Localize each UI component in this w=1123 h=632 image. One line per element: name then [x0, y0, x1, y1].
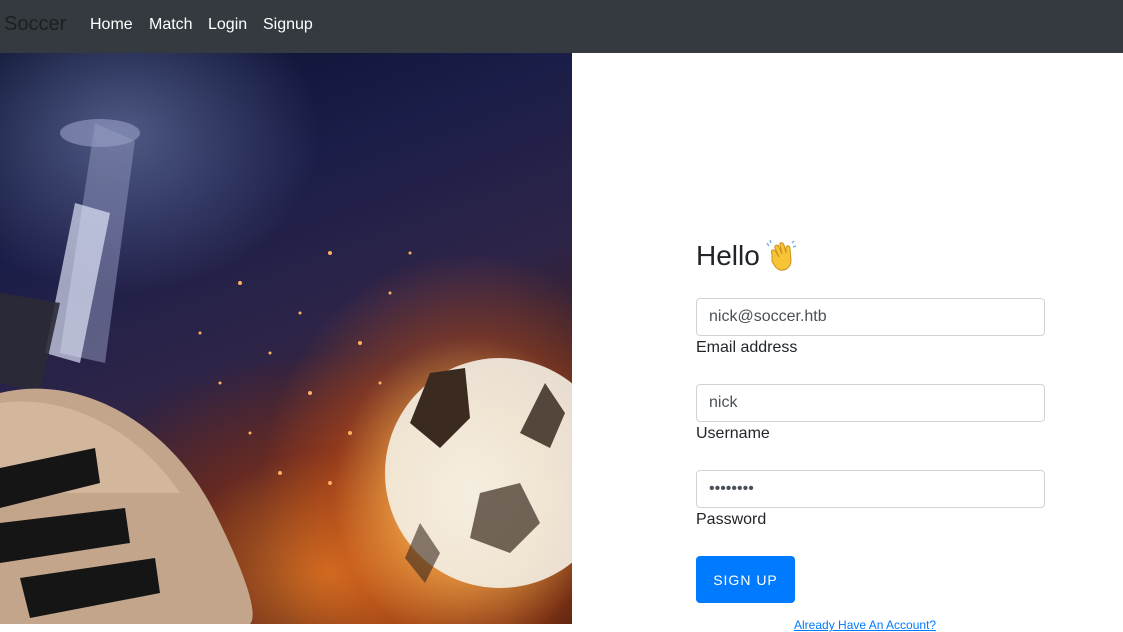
email-label: Email address [696, 339, 798, 356]
username-field[interactable] [696, 384, 1045, 422]
cleat-stud-shape [0, 119, 140, 393]
greeting-heading: Hello [696, 240, 796, 272]
password-field[interactable] [696, 470, 1045, 508]
soccer-boot-shape [0, 388, 253, 624]
already-have-account-link[interactable]: Already Have An Account? [794, 618, 936, 632]
hero-image [0, 53, 572, 624]
brand-logo-text[interactable]: Soccer [4, 13, 66, 36]
nav-link-login[interactable]: Login [208, 16, 247, 34]
greeting-text: Hello [696, 240, 760, 271]
flame-sparks [198, 251, 412, 485]
email-field[interactable] [696, 298, 1045, 336]
nav-link-match[interactable]: Match [149, 16, 193, 34]
soccer-ball-shape [385, 358, 572, 588]
password-label: Password [696, 511, 767, 528]
waving-hand-icon [766, 240, 796, 271]
sign-up-button[interactable]: SIGN UP [696, 556, 795, 603]
username-label: Username [696, 425, 770, 442]
hero-illustration [0, 119, 572, 624]
nav-link-signup[interactable]: Signup [263, 16, 313, 34]
top-navbar: Soccer Home Match Login Signup [0, 0, 1123, 53]
nav-link-home[interactable]: Home [90, 16, 133, 34]
